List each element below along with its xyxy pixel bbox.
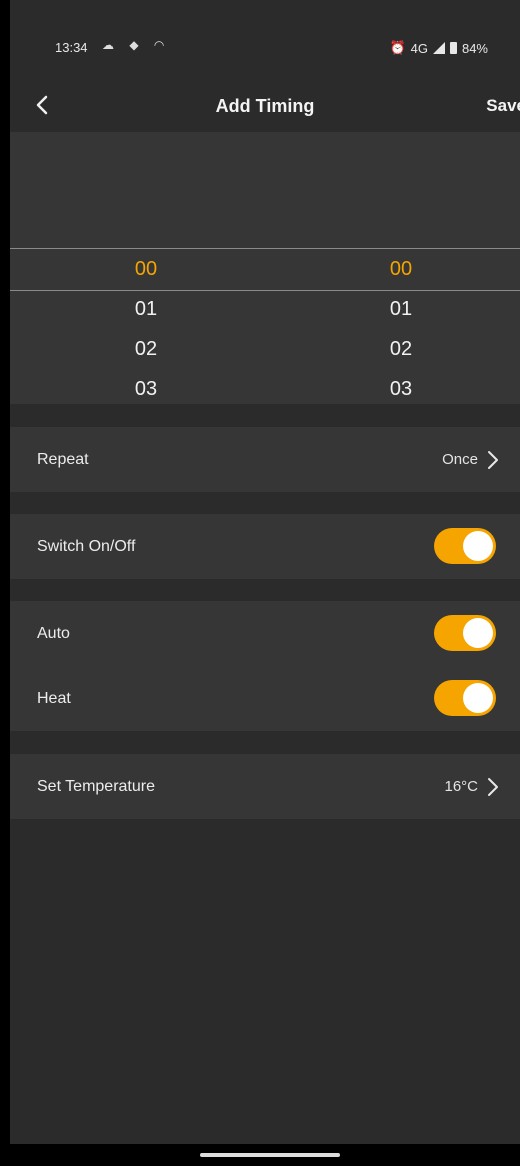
heat-label: Heat [37, 690, 71, 707]
hour-option[interactable]: 03 [116, 369, 176, 409]
repeat-card: Repeat Once [10, 427, 520, 492]
minute-option-selected[interactable]: 00 [371, 249, 431, 289]
navigation-bar [10, 1144, 520, 1166]
toggle-knob [463, 531, 493, 561]
home-indicator[interactable] [200, 1153, 340, 1157]
repeat-row[interactable]: Repeat Once [10, 427, 520, 492]
repeat-value: Once [442, 451, 478, 468]
status-time: 13:34 [55, 40, 88, 55]
heat-row: Heat [10, 666, 520, 731]
toggle-knob [463, 618, 493, 648]
hour-option[interactable]: 02 [116, 329, 176, 369]
temperature-value: 16°C [444, 778, 478, 795]
switch-toggle[interactable] [434, 528, 496, 564]
temperature-card: Set Temperature 16°C [10, 754, 520, 819]
auto-label: Auto [37, 625, 70, 642]
heat-toggle[interactable] [434, 680, 496, 716]
save-button[interactable]: Save [486, 96, 520, 116]
time-picker[interactable]: 00 01 02 03 00 01 02 03 [10, 132, 520, 404]
repeat-label: Repeat [37, 451, 89, 468]
chevron-right-icon [488, 451, 498, 469]
hour-wheel[interactable]: 00 01 02 03 [116, 249, 176, 409]
minute-option[interactable]: 02 [371, 329, 431, 369]
auto-row: Auto [10, 601, 520, 666]
switch-label: Switch On/Off [37, 538, 136, 555]
hour-option[interactable]: 01 [116, 289, 176, 329]
battery-level: 84% [461, 40, 488, 56]
temperature-row[interactable]: Set Temperature 16°C [10, 754, 520, 819]
app-screen: 13:34 ☁ ◆ ◠ ⏰ 4G 84% Add Timing Save 00 … [10, 0, 520, 1166]
notification-icons: ☁ ◆ ◠ [102, 38, 171, 52]
status-bar: 13:34 ☁ ◆ ◠ ⏰ 4G 84% [10, 0, 520, 80]
picker-selection-bottom-line [10, 290, 520, 291]
mode-card: Auto Heat [10, 601, 520, 731]
minute-option[interactable]: 01 [371, 289, 431, 329]
toggle-knob [463, 683, 493, 713]
battery-icon [449, 42, 457, 54]
chevron-right-icon [488, 778, 498, 796]
nav-bar: Add Timing Save [10, 80, 520, 132]
page-title: Add Timing [215, 96, 315, 116]
hour-option-selected[interactable]: 00 [116, 249, 176, 289]
temperature-label: Set Temperature [37, 778, 155, 795]
network-type: 4G [410, 40, 428, 56]
auto-toggle[interactable] [434, 615, 496, 651]
switch-row: Switch On/Off [10, 514, 520, 579]
signal-icon [432, 42, 445, 54]
status-right: ⏰ 4G 84% [389, 40, 488, 56]
minute-wheel[interactable]: 00 01 02 03 [371, 249, 431, 409]
switch-card: Switch On/Off [10, 514, 520, 579]
minute-option[interactable]: 03 [371, 369, 431, 409]
alarm-icon: ⏰ [389, 40, 406, 55]
picker-selection-top-line [10, 248, 520, 249]
